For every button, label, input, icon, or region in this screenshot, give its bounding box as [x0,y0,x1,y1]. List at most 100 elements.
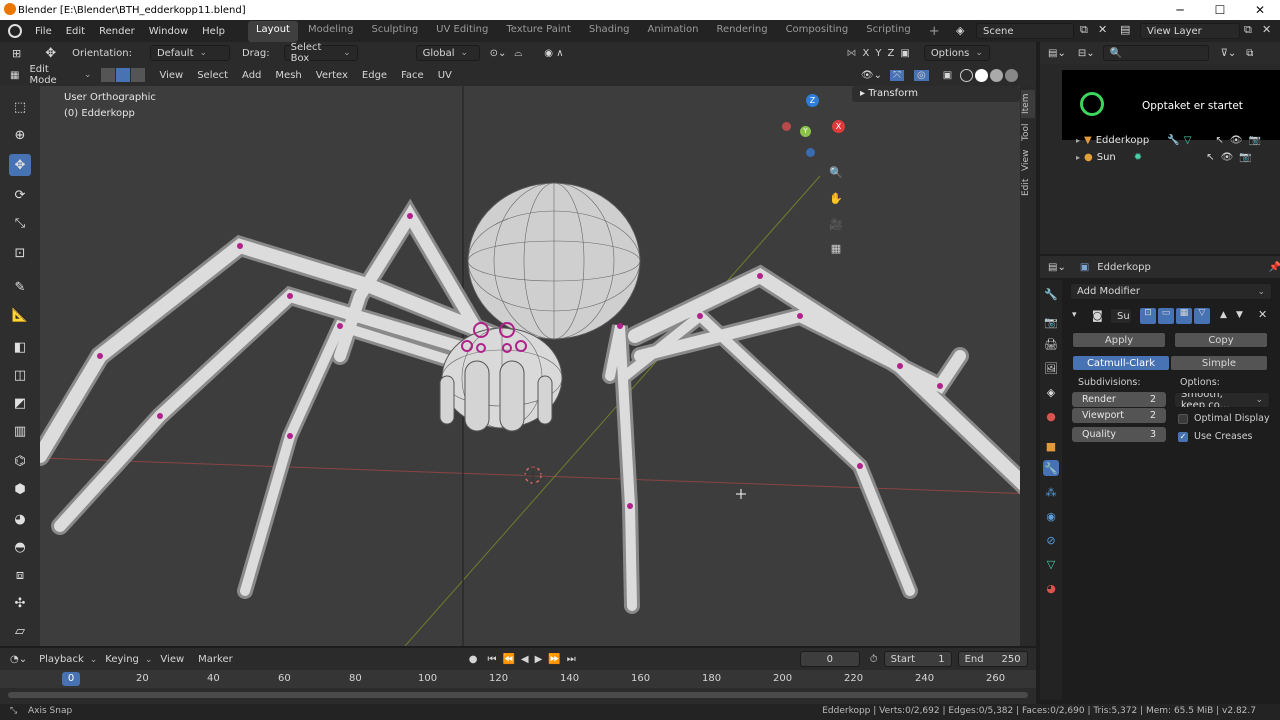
navigation-gizmo[interactable]: Z X Y [780,90,848,160]
ortho-toggle-icon[interactable]: ▦ [826,238,846,258]
use-creases-checkbox[interactable]: ✓ [1178,431,1188,442]
tab-modeling[interactable]: Modeling [300,21,362,42]
editor-type-icon[interactable]: ⊞ [12,47,21,60]
overlay-toggle-icon[interactable]: ◎ [913,69,929,81]
menu-select[interactable]: Select [197,70,228,81]
pan-hand-icon[interactable]: ✋ [826,188,846,208]
transform-panel-header[interactable]: ▸ Transform [852,86,1020,102]
camera-render-icon[interactable]: 📷 [1239,152,1251,163]
menu-edit[interactable]: Edit [59,26,92,37]
tab-texture-paint[interactable]: Texture Paint [498,21,579,42]
view-layer-selector[interactable]: View Layer [1140,23,1240,39]
pin-icon[interactable]: 📌 [1269,262,1280,273]
tab-tool[interactable]: Tool [1021,120,1035,144]
solid-shading-icon[interactable] [975,68,989,82]
gizmo-toggle-icon[interactable]: ⤧ [889,69,904,81]
particles-props-icon[interactable]: ⁂ [1043,484,1059,500]
inset-tool-icon[interactable]: ◫ [9,364,31,386]
outliner-editor-icon[interactable]: ▤⌄ [1048,48,1066,59]
tab-layout[interactable]: Layout [247,20,298,42]
world-props-icon[interactable]: ● [1043,408,1059,424]
play-icon[interactable]: ▶ [535,654,543,665]
new-scene-icon[interactable]: ⧉ [1080,23,1088,37]
current-frame-field[interactable]: 0 [799,651,860,667]
smooth-tool-icon[interactable]: ◓ [9,536,31,558]
catmull-clark-button[interactable]: Catmull-Clark [1072,355,1170,371]
rotate-tool-icon[interactable]: ⟳ [9,184,31,206]
menu-window[interactable]: Window [142,26,195,37]
prev-keyframe-icon[interactable]: ⏪ [502,654,514,665]
optimal-display-checkbox[interactable] [1178,413,1188,424]
spin-tool-icon[interactable]: ◕ [9,508,31,530]
gizmo-z-axis[interactable]: Z [806,94,819,107]
outliner-search-input[interactable]: 🔍 [1102,45,1209,61]
filter-icon[interactable]: ⊽⌄ [1221,48,1237,59]
scene-props-icon[interactable]: ◈ [1043,384,1059,400]
output-props-icon[interactable]: 🖨 [1043,336,1059,352]
wireframe-shading-icon[interactable] [960,68,974,82]
proportional-edit-icon[interactable]: ◉ ∧ [544,48,563,59]
menu-edge[interactable]: Edge [362,70,387,81]
transform-tool-icon[interactable]: ⊡ [9,242,31,264]
render-props-icon[interactable]: 📷 [1043,314,1059,330]
tab-view[interactable]: View [1021,148,1035,172]
material-props-icon[interactable]: ◕ [1043,580,1059,596]
menu-add[interactable]: Add [242,70,261,81]
material-shading-icon[interactable] [990,68,1004,82]
tab-shading[interactable]: Shading [581,21,638,42]
menu-vertex[interactable]: Vertex [316,70,348,81]
new-view-layer-icon[interactable]: ⧉ [1244,23,1252,37]
camera-view-icon[interactable]: 🎥 [826,214,846,234]
zoom-icon[interactable]: 🔍 [826,162,846,182]
snap-icon[interactable]: ⌓ [514,48,522,59]
render-levels-field[interactable]: Render 2 [1072,392,1166,407]
tab-animation[interactable]: Animation [640,21,707,42]
collapse-arrow-icon[interactable]: ▾ [1072,310,1077,320]
tab-sculpting[interactable]: Sculpting [363,21,426,42]
mirror-x-toggle[interactable]: X [863,48,870,59]
add-modifier-dropdown[interactable]: Add Modifier [1070,283,1272,300]
scale-tool-icon[interactable]: ⤡ [9,212,31,234]
orientation-dropdown[interactable]: Default [149,45,230,61]
simple-button[interactable]: Simple [1170,355,1268,371]
blender-menu-icon[interactable] [8,24,22,38]
outliner-row-edderkopp[interactable]: ▸ ▼ Edderkopp 🔧 ▽ ↖ 👁 📷 [1076,132,1276,148]
gizmo-x-axis[interactable]: X [832,120,845,133]
menu-view[interactable]: View [159,70,183,81]
cursor-tool-icon[interactable]: ⊕ [9,124,31,146]
tab-edit[interactable]: Edit [1021,176,1035,198]
scene-selector[interactable]: Scene [976,23,1074,39]
transform-orientation-dropdown[interactable]: Global [415,45,480,61]
menu-render[interactable]: Render [92,26,142,37]
eye-icon[interactable]: 👁 [1221,152,1234,163]
select-arrow-icon[interactable]: ↖ [1206,152,1214,163]
xray-icon[interactable]: ▣ [943,70,952,81]
mode-dropdown[interactable]: Edit Mode [23,64,97,86]
face-select-icon[interactable] [131,68,146,82]
auto-merge-icon[interactable]: ▣ [900,48,909,59]
tab-uv-editing[interactable]: UV Editing [428,21,496,42]
menu-marker[interactable]: Marker [198,654,233,665]
annotate-tool-icon[interactable]: ✎ [9,276,31,298]
modifier-name-input[interactable]: Su [1110,308,1132,324]
select-arrow-icon[interactable]: ↖ [1215,135,1223,146]
gizmo-y-axis[interactable]: Y [800,126,811,137]
shrink-fatten-tool-icon[interactable]: ✣ [9,592,31,614]
menu-playback[interactable]: Playback [39,654,97,665]
menu-file[interactable]: File [28,26,59,37]
add-workspace-button[interactable]: + [921,21,948,42]
start-frame-field[interactable]: Start 1 [883,651,952,667]
preview-range-icon[interactable]: ⏱ [870,654,878,665]
eye-icon[interactable]: 👁 [1230,135,1243,146]
extrude-tool-icon[interactable]: ◧ [9,336,31,358]
tab-rendering[interactable]: Rendering [708,21,775,42]
render-toggle-icon[interactable]: ▦ [1176,308,1192,324]
tab-item[interactable]: Item [1021,90,1035,118]
expand-arrow-icon[interactable]: ▸ [1076,153,1080,162]
properties-editor-icon[interactable]: ▤⌄ [1048,262,1066,273]
next-keyframe-icon[interactable]: ⏩ [548,654,560,665]
timeline-scrollbar[interactable] [8,692,1028,698]
edge-slide-tool-icon[interactable]: ⧈ [9,564,31,586]
edge-select-icon[interactable] [116,68,131,82]
remove-scene-icon[interactable]: ✕ [1098,23,1107,36]
